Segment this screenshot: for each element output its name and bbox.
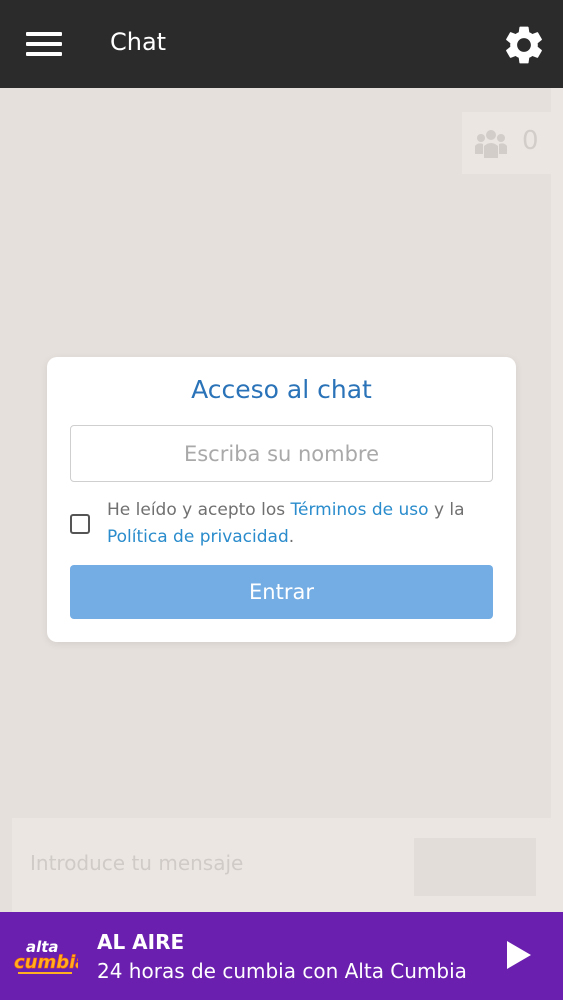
message-compose-bar	[12, 818, 552, 912]
send-button[interactable]	[414, 838, 536, 896]
terms-suffix: .	[288, 527, 295, 547]
hamburger-menu-icon[interactable]	[26, 32, 62, 56]
page-title: Chat	[110, 28, 167, 56]
name-input[interactable]	[70, 425, 493, 482]
chat-scrollbar[interactable]	[551, 88, 563, 912]
gear-icon[interactable]	[501, 22, 547, 68]
users-count: 0	[522, 126, 539, 156]
player-track-title: 24 horas de cumbia con Alta Cumbia	[97, 959, 467, 983]
terms-of-use-link[interactable]: Términos de uso	[290, 500, 428, 520]
terms-text: He leído y acepto los Términos de uso y …	[107, 497, 497, 551]
chat-access-dialog: Acceso al chat He leído y acepto los Tér…	[47, 357, 516, 642]
alta-cumbia-logo: alta cumbia	[14, 938, 78, 974]
radio-player-bar: alta cumbia AL AIRE 24 horas de cumbia c…	[0, 912, 563, 1000]
player-status: AL AIRE	[97, 930, 185, 954]
accept-terms-checkbox[interactable]	[70, 514, 90, 534]
terms-middle: y la	[428, 500, 465, 520]
terms-prefix: He leído y acepto los	[107, 500, 291, 520]
top-app-bar: Chat	[0, 0, 563, 88]
enter-button[interactable]: Entrar	[70, 565, 493, 619]
logo-text-cumbia: cumbia	[14, 952, 78, 973]
message-input[interactable]	[12, 832, 397, 894]
users-group-icon	[475, 130, 507, 158]
dialog-title: Acceso al chat	[191, 375, 372, 404]
play-icon[interactable]	[505, 939, 533, 971]
privacy-policy-link[interactable]: Política de privacidad	[107, 527, 289, 547]
online-users-indicator[interactable]: 0	[462, 112, 552, 174]
